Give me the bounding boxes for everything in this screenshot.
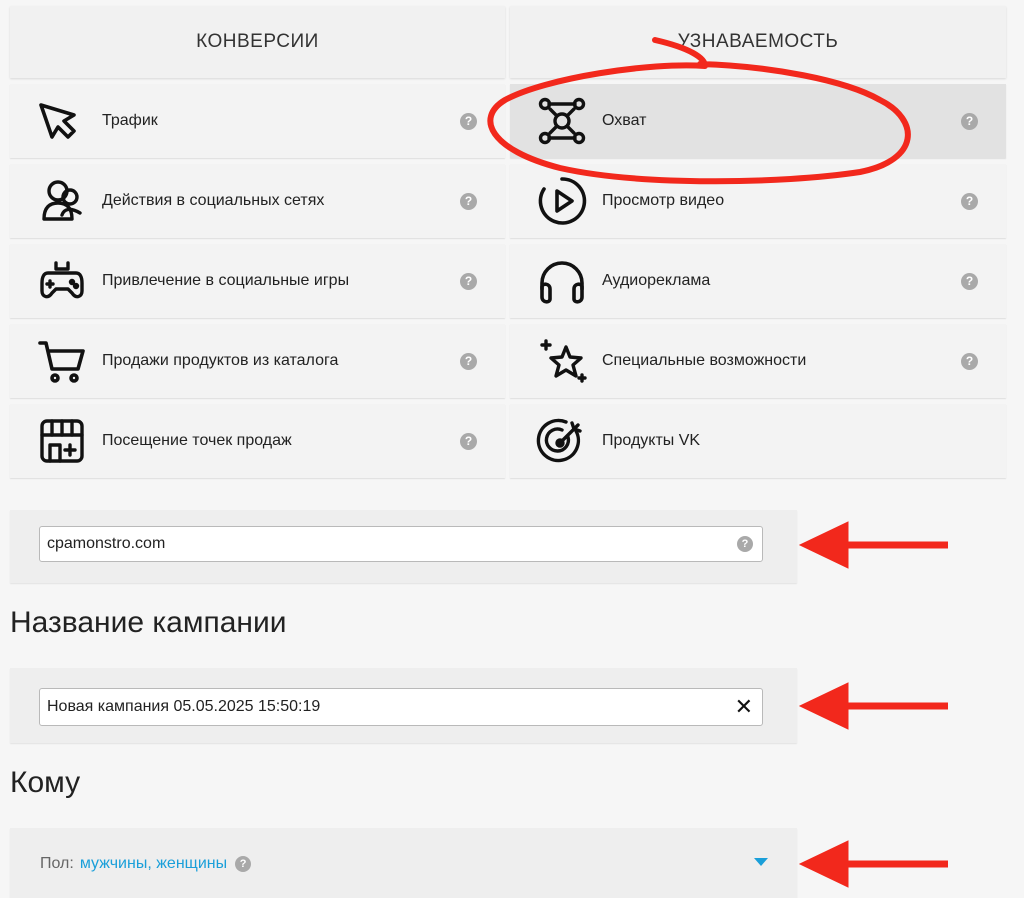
cursor-click-icon	[36, 95, 88, 147]
objective-label: Продажи продуктов из каталога	[102, 352, 339, 369]
objective-audio-ads[interactable]: Аудиореклама ?	[510, 244, 1006, 318]
play-video-icon	[536, 175, 588, 227]
gender-label: Пол:	[40, 855, 74, 872]
help-icon[interactable]: ?	[460, 432, 477, 450]
tab-awareness-label: УЗНАВАЕМОСТЬ	[677, 31, 839, 52]
objective-label: Охват	[602, 112, 647, 129]
objective-vk-products[interactable]: Продукты VK	[510, 404, 1006, 478]
objective-label: Посещение точек продаж	[102, 432, 292, 449]
storefront-icon	[36, 415, 88, 467]
help-icon[interactable]: ?	[235, 856, 252, 872]
gender-value-link[interactable]: мужчины, женщины	[80, 855, 227, 873]
reach-network-icon	[536, 95, 588, 147]
objective-video-views[interactable]: Просмотр видео ?	[510, 164, 1006, 238]
campaign-name-heading: Название кампании	[10, 606, 287, 639]
clear-icon[interactable]: ✕	[735, 696, 753, 718]
objective-social-actions[interactable]: Действия в социальных сетях ?	[10, 164, 505, 238]
objective-social-games[interactable]: Привлечение в социальные игры ?	[10, 244, 505, 318]
objective-reach[interactable]: Охват ?	[510, 84, 1006, 158]
help-icon[interactable]: ?	[460, 112, 477, 130]
objective-label: Привлечение в социальные игры	[102, 272, 350, 289]
arrow-campaign-name	[798, 682, 948, 730]
arrow-site-url	[798, 521, 948, 569]
social-users-icon	[36, 175, 88, 227]
objective-label: Аудиореклама	[602, 272, 711, 289]
objective-traffic[interactable]: Трафик ?	[10, 84, 505, 158]
site-url-value: cpamonstro.com	[47, 535, 166, 552]
tab-conversions[interactable]: КОНВЕРСИИ	[10, 6, 505, 78]
help-icon[interactable]: ?	[460, 272, 477, 290]
site-url-input[interactable]: cpamonstro.com ?	[39, 526, 763, 562]
help-icon[interactable]: ?	[961, 352, 978, 370]
objective-label: Действия в социальных сетях	[102, 192, 325, 209]
target-icon	[536, 415, 588, 467]
headphones-icon	[536, 255, 588, 307]
objective-label: Просмотр видео	[602, 192, 725, 209]
objective-catalog-sales[interactable]: Продажи продуктов из каталога ?	[10, 324, 505, 398]
help-icon[interactable]: ?	[961, 112, 978, 130]
help-icon[interactable]: ?	[737, 536, 753, 552]
arrow-gender	[798, 840, 948, 888]
campaign-name-value: Новая кампания 05.05.2025 15:50:19	[47, 698, 321, 715]
objective-special-features[interactable]: Специальные возможности ?	[510, 324, 1006, 398]
tab-awareness[interactable]: УЗНАВАЕМОСТЬ	[510, 6, 1006, 78]
objective-label: Продукты VK	[602, 432, 701, 449]
sparkle-star-icon	[536, 335, 588, 387]
help-icon[interactable]: ?	[961, 192, 978, 210]
help-icon[interactable]: ?	[961, 272, 978, 290]
gender-dropdown-chevron-icon[interactable]	[754, 858, 768, 866]
help-icon[interactable]: ?	[460, 192, 477, 210]
objective-label: Трафик	[102, 112, 158, 129]
shopping-cart-icon	[36, 335, 88, 387]
help-icon[interactable]: ?	[460, 352, 477, 370]
audience-heading: Кому	[10, 766, 81, 799]
gender-row: Пол: мужчины, женщины ?	[40, 854, 252, 874]
tab-conversions-label: КОНВЕРСИИ	[196, 31, 319, 52]
campaign-name-input[interactable]: Новая кампания 05.05.2025 15:50:19 ✕	[39, 688, 763, 726]
objective-label: Специальные возможности	[602, 352, 807, 369]
gamepad-icon	[36, 255, 88, 307]
objective-store-visits[interactable]: Посещение точек продаж ?	[10, 404, 505, 478]
